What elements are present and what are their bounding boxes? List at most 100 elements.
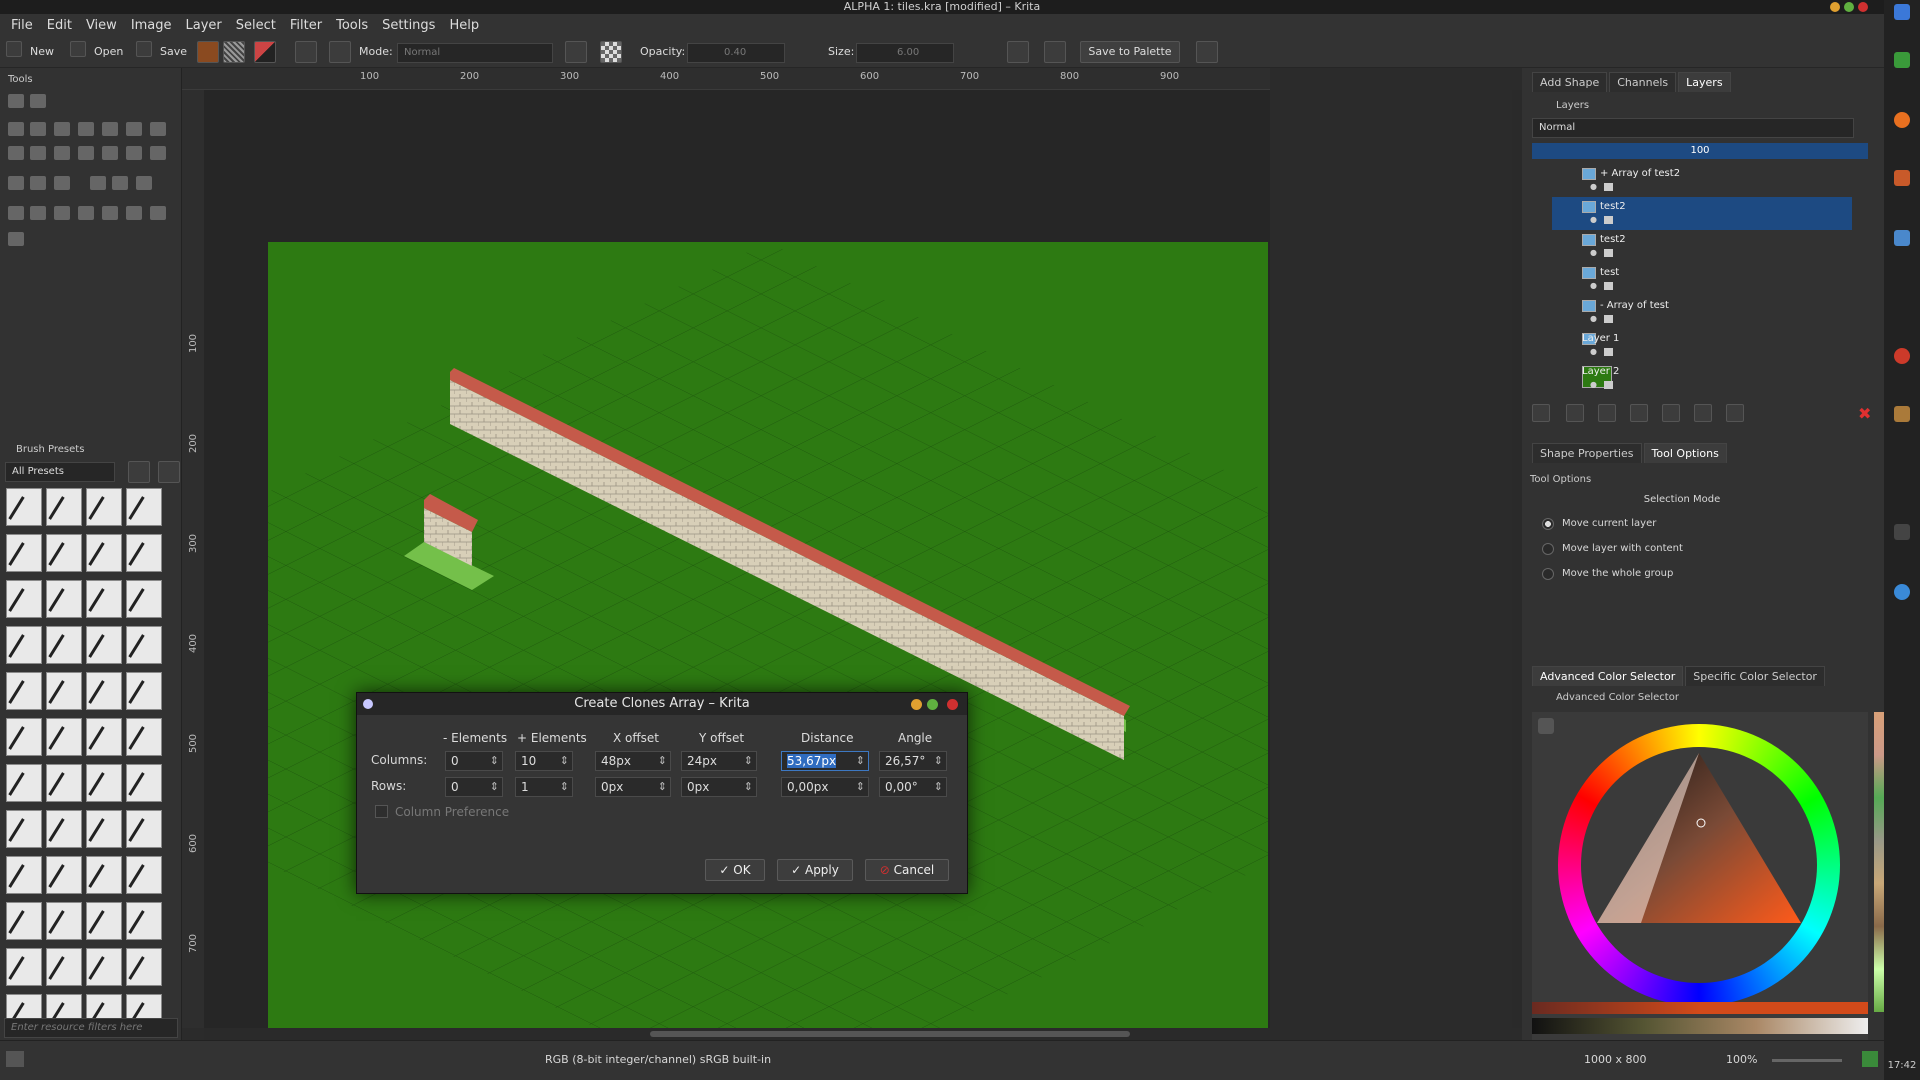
brush-preset-tile[interactable]: [6, 534, 42, 572]
blend-mode-select[interactable]: Normal: [397, 43, 553, 63]
freehand-selection-icon[interactable]: [78, 206, 94, 220]
brush-preset-tile[interactable]: [46, 672, 82, 710]
move-layer-down-icon[interactable]: [1598, 404, 1616, 422]
krita-icon[interactable]: [1894, 170, 1910, 186]
brush-preset-tile[interactable]: [46, 902, 82, 940]
tab-layers[interactable]: Layers: [1678, 72, 1731, 92]
opacity-slider[interactable]: 0.40: [687, 43, 785, 63]
layer-opacity-slider[interactable]: 100: [1532, 143, 1868, 159]
brush-preset-tile[interactable]: [126, 626, 162, 664]
eraser-mode-icon[interactable]: [565, 41, 587, 63]
layer-row[interactable]: Layer 2 ●: [1552, 362, 1852, 395]
color-gradient-strip[interactable]: [1532, 1018, 1868, 1034]
bezier-selection-icon[interactable]: [150, 206, 166, 220]
brush-preset-tile[interactable]: [86, 856, 122, 894]
menu-image[interactable]: Image: [124, 18, 179, 33]
lock-icon[interactable]: [1604, 315, 1613, 323]
brush-preset-tile[interactable]: [6, 764, 42, 802]
save-document-icon[interactable]: [136, 41, 152, 57]
dialog-minimize-icon[interactable]: [911, 699, 922, 710]
grid-tool-icon[interactable]: [136, 176, 152, 190]
layer-blend-mode-select[interactable]: Normal: [1532, 118, 1854, 138]
layer-row[interactable]: test ●: [1552, 263, 1852, 296]
color-selector-settings-icon[interactable]: [1538, 718, 1554, 734]
tab-tool-options[interactable]: Tool Options: [1643, 443, 1727, 463]
move-layer-right-icon[interactable]: [1694, 404, 1712, 422]
brush-preset-tile[interactable]: [126, 672, 162, 710]
mirror-vertical-icon[interactable]: [1044, 41, 1066, 63]
rows-y-offset-input[interactable]: 0px: [681, 777, 757, 797]
move-layer-left-icon[interactable]: [1662, 404, 1680, 422]
recent-colors-column[interactable]: [1874, 712, 1884, 1012]
rectangular-selection-icon[interactable]: [8, 206, 24, 220]
canvas-vertical-scrollbar[interactable]: [1512, 90, 1522, 1028]
columns-distance-input[interactable]: 53,67px: [781, 751, 869, 771]
brush-preset-tile[interactable]: [126, 488, 162, 526]
brush-preset-tile[interactable]: [126, 810, 162, 848]
menu-settings[interactable]: Settings: [375, 18, 442, 33]
bezier-tool-icon[interactable]: [150, 122, 166, 136]
resource-filter-input[interactable]: Enter resource filters here: [4, 1018, 178, 1038]
menu-file[interactable]: File: [4, 18, 40, 33]
brush-preset-tile[interactable]: [86, 534, 122, 572]
palette-options-icon[interactable]: [1196, 41, 1218, 63]
move-layer-with-content-radio[interactable]: [1542, 543, 1554, 555]
move-tool-icon[interactable]: [102, 146, 118, 160]
freehand-brush-tool-icon[interactable]: [8, 122, 24, 136]
zoom-slider[interactable]: [1772, 1059, 1842, 1062]
brush-preset-tile[interactable]: [6, 488, 42, 526]
pattern-selector-icon[interactable]: [223, 41, 245, 63]
brush-preset-tile[interactable]: [46, 948, 82, 986]
save-to-palette-button[interactable]: Save to Palette: [1080, 41, 1180, 63]
brush-preset-tile[interactable]: [6, 718, 42, 756]
ok-button[interactable]: ✓ OK: [705, 859, 765, 881]
saturation-value-triangle[interactable]: [1581, 747, 1817, 983]
open-document-icon[interactable]: [70, 41, 86, 57]
brush-preset-tile[interactable]: [86, 948, 122, 986]
menu-filter[interactable]: Filter: [283, 18, 329, 33]
browser-icon[interactable]: [1894, 348, 1910, 364]
terminal-icon[interactable]: [1894, 524, 1910, 540]
visibility-eye-icon[interactable]: ●: [1590, 281, 1597, 290]
visibility-eye-icon[interactable]: ●: [1590, 182, 1597, 191]
dynamic-brush-tool-icon[interactable]: [30, 146, 46, 160]
layer-row[interactable]: test2 ●: [1552, 230, 1852, 263]
menu-tools[interactable]: Tools: [329, 18, 375, 33]
rows-x-offset-input[interactable]: 0px: [595, 777, 671, 797]
add-layer-icon[interactable]: [1532, 404, 1550, 422]
close-icon[interactable]: [1858, 2, 1868, 12]
brush-preset-tile[interactable]: [6, 672, 42, 710]
firefox-icon[interactable]: [1894, 112, 1910, 128]
brush-preset-tile[interactable]: [126, 856, 162, 894]
tab-advanced-color-selector[interactable]: Advanced Color Selector: [1532, 666, 1684, 686]
rows-plus-elements-input[interactable]: 1: [515, 777, 573, 797]
layer-row[interactable]: - Array of test ●: [1552, 296, 1852, 329]
similar-color-selection-icon[interactable]: [126, 206, 142, 220]
brush-preset-tile[interactable]: [46, 764, 82, 802]
elliptical-selection-icon[interactable]: [30, 206, 46, 220]
lock-icon[interactable]: [1604, 249, 1613, 257]
polyline-tool-icon[interactable]: [126, 122, 142, 136]
layer-row[interactable]: test2 ●: [1552, 197, 1852, 230]
color-picker-tool-icon[interactable]: [30, 176, 46, 190]
brush-preset-tile[interactable]: [86, 626, 122, 664]
ellipse-tool-icon[interactable]: [78, 122, 94, 136]
visibility-eye-icon[interactable]: ●: [1590, 347, 1597, 356]
brush-preset-tile[interactable]: [86, 672, 122, 710]
new-document-icon[interactable]: [6, 41, 22, 57]
brush-preset-tile[interactable]: [86, 810, 122, 848]
line-tool-icon[interactable]: [30, 122, 46, 136]
brush-preset-tile[interactable]: [6, 856, 42, 894]
layer-properties-icon[interactable]: [1726, 404, 1744, 422]
horizontal-scrollbar[interactable]: [204, 1028, 1270, 1040]
new-button[interactable]: New: [30, 41, 54, 63]
selection-status-icon[interactable]: [6, 1051, 24, 1067]
brush-preset-tile[interactable]: [126, 718, 162, 756]
preserve-alpha-icon[interactable]: [600, 41, 622, 63]
brush-preset-tile[interactable]: [86, 580, 122, 618]
size-slider[interactable]: 6.00: [856, 43, 954, 63]
crop-tool-icon[interactable]: [78, 146, 94, 160]
gradient-selector-icon[interactable]: [197, 41, 219, 63]
brush-preset-tile[interactable]: [46, 626, 82, 664]
tab-shape-properties[interactable]: Shape Properties: [1532, 443, 1642, 463]
